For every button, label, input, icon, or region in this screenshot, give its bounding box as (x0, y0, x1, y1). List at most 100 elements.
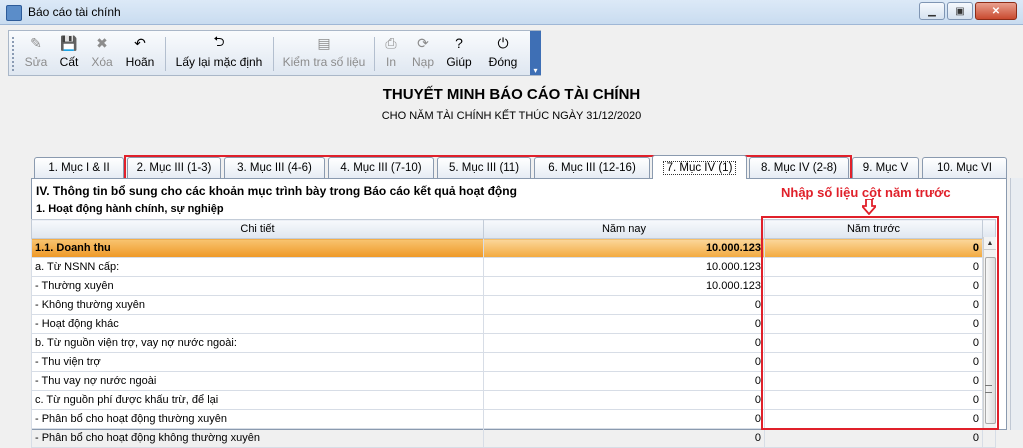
load-button[interactable]: ⟳ Nạp (409, 34, 437, 74)
tab-muc-iii-1-3[interactable]: 2. Mục III (1-3) (127, 157, 221, 178)
toolbar-separator (165, 37, 166, 71)
minimize-button[interactable]: ▁ (919, 2, 945, 20)
tab-muc-iv-1[interactable]: 7. Mục IV (1) (652, 155, 747, 179)
edit-label: Sửa (24, 55, 48, 69)
undo-icon: ↶ (134, 34, 146, 51)
table-row[interactable]: - Không thường xuyên 0 0 (31, 295, 996, 315)
tab-label: 1. Mục I & II (48, 162, 110, 174)
tab-muc-iv-2-8[interactable]: 8. Mục IV (2-8) (749, 157, 849, 178)
delete-button[interactable]: ✖ Xóa (87, 34, 117, 74)
current-year-cell[interactable]: 0 (483, 295, 765, 315)
current-year-cell[interactable]: 10.000.123 (483, 276, 765, 296)
current-year-cell[interactable]: 0 (483, 409, 765, 429)
check-data-button[interactable]: ▤ Kiểm tra số liệu (279, 34, 369, 74)
app-icon (6, 5, 22, 21)
current-year-cell[interactable]: 0 (483, 428, 765, 448)
delete-label: Xóa (91, 55, 113, 69)
save-icon: 💾 (60, 34, 78, 51)
tab-muc-iii-11[interactable]: 5. Mục III (11) (437, 157, 531, 178)
save-button[interactable]: 💾 Cất (55, 34, 83, 74)
row-spacer (982, 428, 996, 448)
print-button[interactable]: ⎙ In (379, 34, 403, 74)
table-row[interactable]: b. Từ nguồn viện trợ, vay nợ nước ngoài:… (31, 333, 996, 353)
current-year-cell[interactable]: 10.000.123 (483, 257, 765, 277)
toolbar: ✎ Sửa 💾 Cất ✖ Xóa ↶ Hoãn ⮌ Lấy lại mặc định ▤… (8, 30, 541, 76)
row-label: - Thu viện trợ (31, 352, 484, 372)
section-subtitle: 1. Hoạt động hành chính, sự nghiệp (36, 203, 224, 215)
window-title: Báo cáo tài chính (28, 5, 121, 19)
save-label: Cất (59, 55, 79, 69)
table-row[interactable]: a. Từ NSNN cấp: 10.000.123 0 (31, 257, 996, 277)
row-label: - Phân bổ cho hoạt động không thường xuy… (31, 428, 484, 448)
previous-year-cell[interactable]: 0 (764, 390, 983, 410)
row-label: a. Từ NSNN cấp: (31, 257, 484, 277)
previous-year-cell[interactable]: 0 (764, 238, 983, 258)
current-year-cell[interactable]: 0 (483, 390, 765, 410)
current-year-cell[interactable]: 0 (483, 371, 765, 391)
tab-label: 6. Mục III (12-16) (548, 162, 636, 174)
table-scrollbar[interactable]: ▲ (983, 237, 996, 430)
maximize-button[interactable]: ▣ (947, 2, 973, 20)
previous-year-cell[interactable]: 0 (764, 409, 983, 429)
title-bar: Báo cáo tài chính ▁ ▣ ✕ (0, 0, 1023, 25)
table-row[interactable]: - Phân bổ cho hoạt động không thường xuy… (31, 428, 996, 448)
column-header-previous-year[interactable]: Năm trước (764, 219, 983, 239)
restore-default-button[interactable]: ⮌ Lấy lại mặc định (171, 33, 267, 74)
close-button[interactable]: ✕ (975, 2, 1017, 20)
previous-year-cell[interactable]: 0 (764, 371, 983, 391)
table-row[interactable]: - Thu viện trợ 0 0 (31, 352, 996, 372)
table-row[interactable]: - Thường xuyên 10.000.123 0 (31, 276, 996, 296)
tab-muc-i-ii[interactable]: 1. Mục I & II (34, 157, 124, 178)
edit-button[interactable]: ✎ Sửa (21, 34, 51, 74)
toolbar-grip[interactable] (12, 37, 17, 71)
previous-year-cell[interactable]: 0 (764, 428, 983, 448)
table-row[interactable]: c. Từ nguồn phí được khấu trừ, để lại 0 0 (31, 390, 996, 410)
check-data-icon: ▤ (317, 34, 331, 51)
table-row[interactable]: - Hoạt động khác 0 0 (31, 314, 996, 334)
report-title: THUYẾT MINH BÁO CÁO TÀI CHÍNH (382, 86, 641, 103)
tab-label: 3. Mục III (4-6) (237, 162, 312, 174)
check-data-label: Kiểm tra số liệu (282, 55, 366, 69)
undo-button[interactable]: ↶ Hoãn (121, 34, 159, 74)
scroll-thumb[interactable] (985, 257, 996, 424)
column-header-current-year[interactable]: Năm nay (483, 219, 765, 239)
undo-label: Hoãn (125, 55, 155, 69)
column-header-spacer (982, 219, 996, 239)
table-row[interactable]: - Thu vay nợ nước ngoài 0 0 (31, 371, 996, 391)
previous-year-cell[interactable]: 0 (764, 314, 983, 334)
previous-year-cell[interactable]: 0 (764, 352, 983, 372)
column-header-detail[interactable]: Chi tiết (31, 219, 484, 239)
arrow-down-icon (862, 199, 876, 215)
row-label: c. Từ nguồn phí được khấu trừ, để lại (31, 390, 484, 410)
report-subtitle: CHO NĂM TÀI CHÍNH KẾT THÚC NGÀY 31/12/20… (381, 110, 642, 122)
previous-year-cell[interactable]: 0 (764, 333, 983, 353)
tab-label: 9. Mục V (862, 162, 909, 174)
panel-scrollbar[interactable] (1010, 178, 1023, 430)
row-label: - Phân bổ cho hoạt động thường xuyên (31, 409, 484, 429)
tab-muc-iii-12-16[interactable]: 6. Mục III (12-16) (534, 157, 650, 178)
previous-year-cell[interactable]: 0 (764, 295, 983, 315)
tab-muc-v[interactable]: 9. Mục V (852, 157, 919, 178)
current-year-cell[interactable]: 0 (483, 352, 765, 372)
previous-year-cell[interactable]: 0 (764, 257, 983, 277)
tab-muc-iii-4-6[interactable]: 3. Mục III (4-6) (224, 157, 325, 178)
help-button[interactable]: ? Giúp (443, 34, 475, 74)
tab-muc-iii-7-10[interactable]: 4. Mục III (7-10) (328, 157, 434, 178)
current-year-cell[interactable]: 0 (483, 333, 765, 353)
tab-label: 4. Mục III (7-10) (340, 162, 422, 174)
tab-muc-vi[interactable]: 10. Mục VI (922, 157, 1007, 178)
tab-label: 8. Mục IV (2-8) (760, 162, 838, 174)
toolbar-separator (374, 37, 375, 71)
toolbar-overflow-button[interactable]: ▾ (530, 31, 541, 75)
current-year-cell[interactable]: 10.000.123 (483, 238, 765, 258)
close-form-button[interactable]: ⏻ Đóng (483, 34, 523, 74)
scroll-up-icon[interactable]: ▲ (984, 237, 996, 250)
table-row[interactable]: 1.1. Doanh thu 10.000.123 0 (31, 238, 996, 258)
row-label: - Thu vay nợ nước ngoài (31, 371, 484, 391)
close-form-label: Đóng (488, 55, 518, 69)
table-row[interactable]: - Phân bổ cho hoạt động thường xuyên 0 0 (31, 409, 996, 429)
current-year-cell[interactable]: 0 (483, 314, 765, 334)
toolbar-separator (273, 37, 274, 71)
load-label: Nạp (411, 55, 434, 69)
previous-year-cell[interactable]: 0 (764, 276, 983, 296)
